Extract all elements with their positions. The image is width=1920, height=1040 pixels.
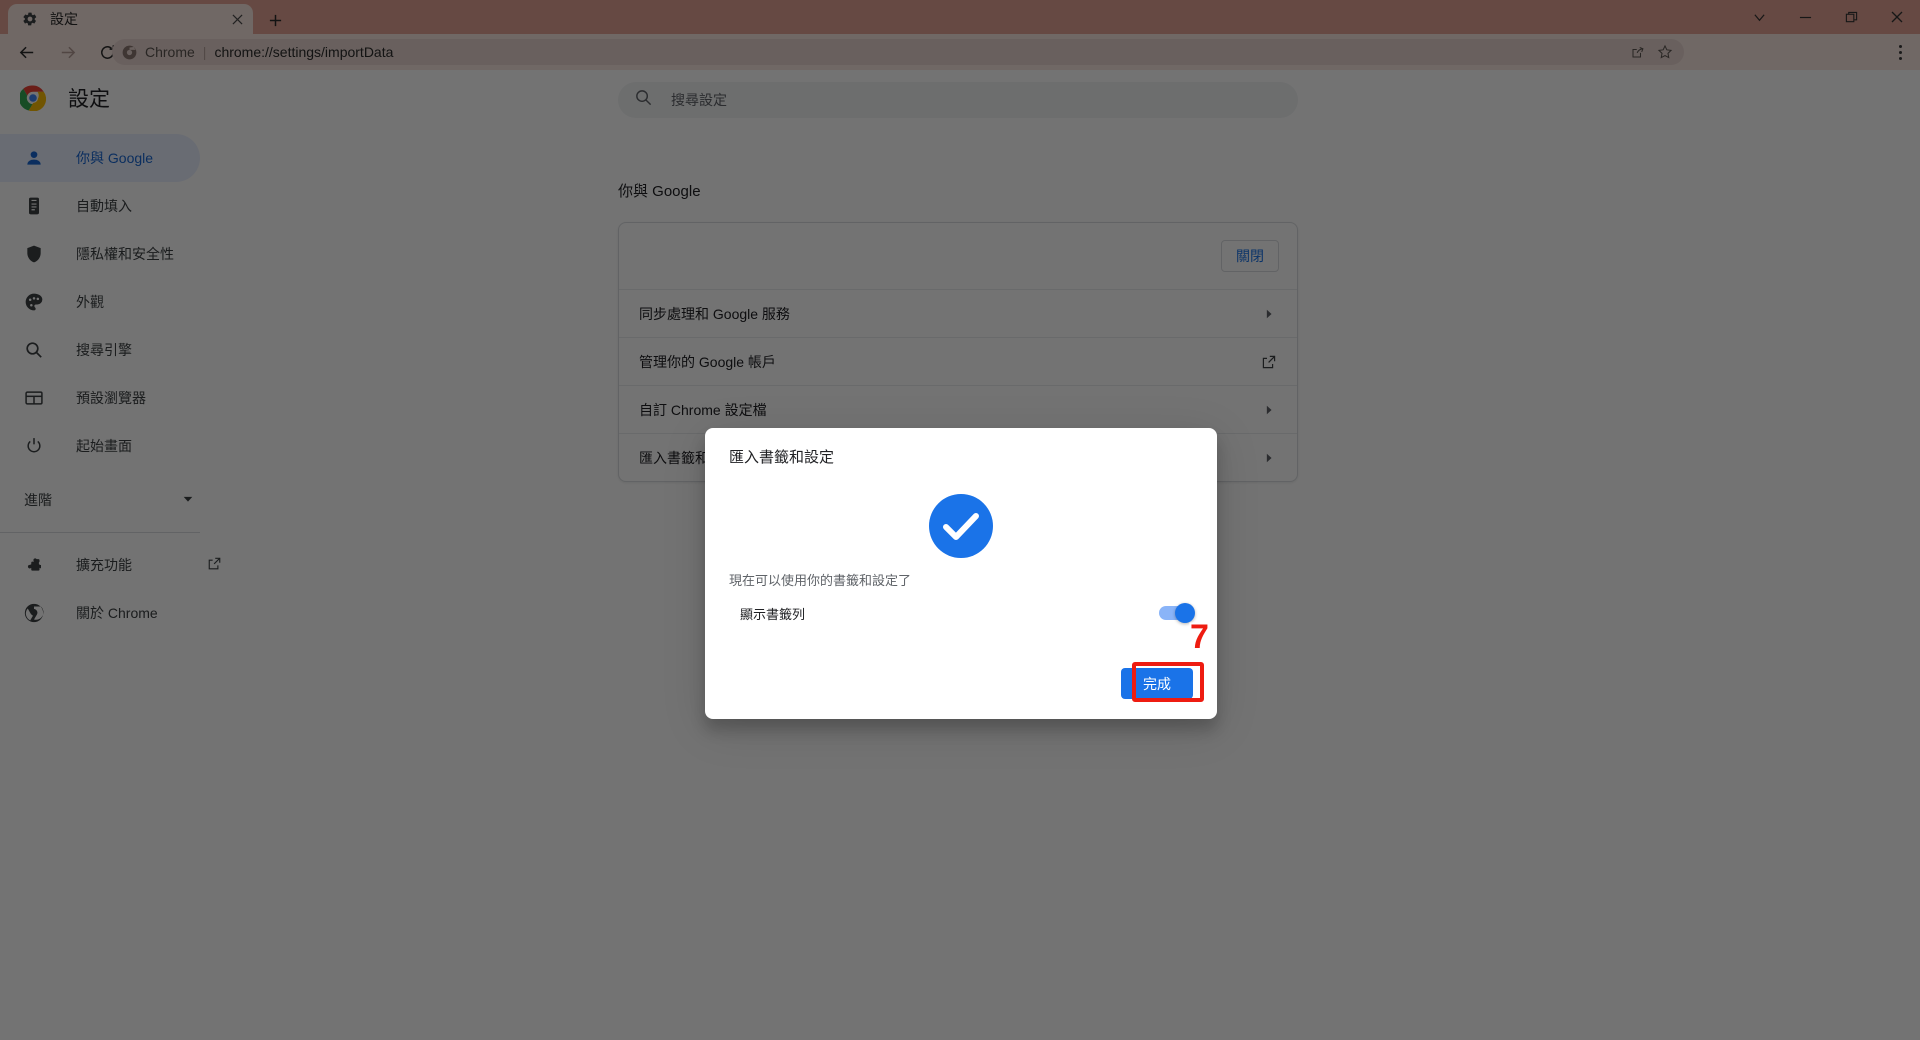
dialog-title: 匯入書籤和設定 [729, 449, 835, 466]
show-bookmarks-bar-row: 顯示書籤列 [729, 596, 1195, 630]
annotation-step-number: 7 [1190, 618, 1209, 656]
import-bookmarks-dialog: 匯入書籤和設定 現在可以使用你的書籤和設定了 顯示書籤列 完成 [705, 428, 1217, 719]
show-bookmarks-bar-toggle[interactable] [1159, 603, 1195, 623]
toggle-label: 顯示書籤列 [740, 606, 806, 622]
browser-window: 設定 [0, 0, 1920, 1040]
dialog-message: 現在可以使用你的書籤和設定了 [729, 573, 912, 588]
done-button[interactable]: 完成 [1121, 668, 1193, 699]
check-circle-icon [929, 494, 993, 558]
